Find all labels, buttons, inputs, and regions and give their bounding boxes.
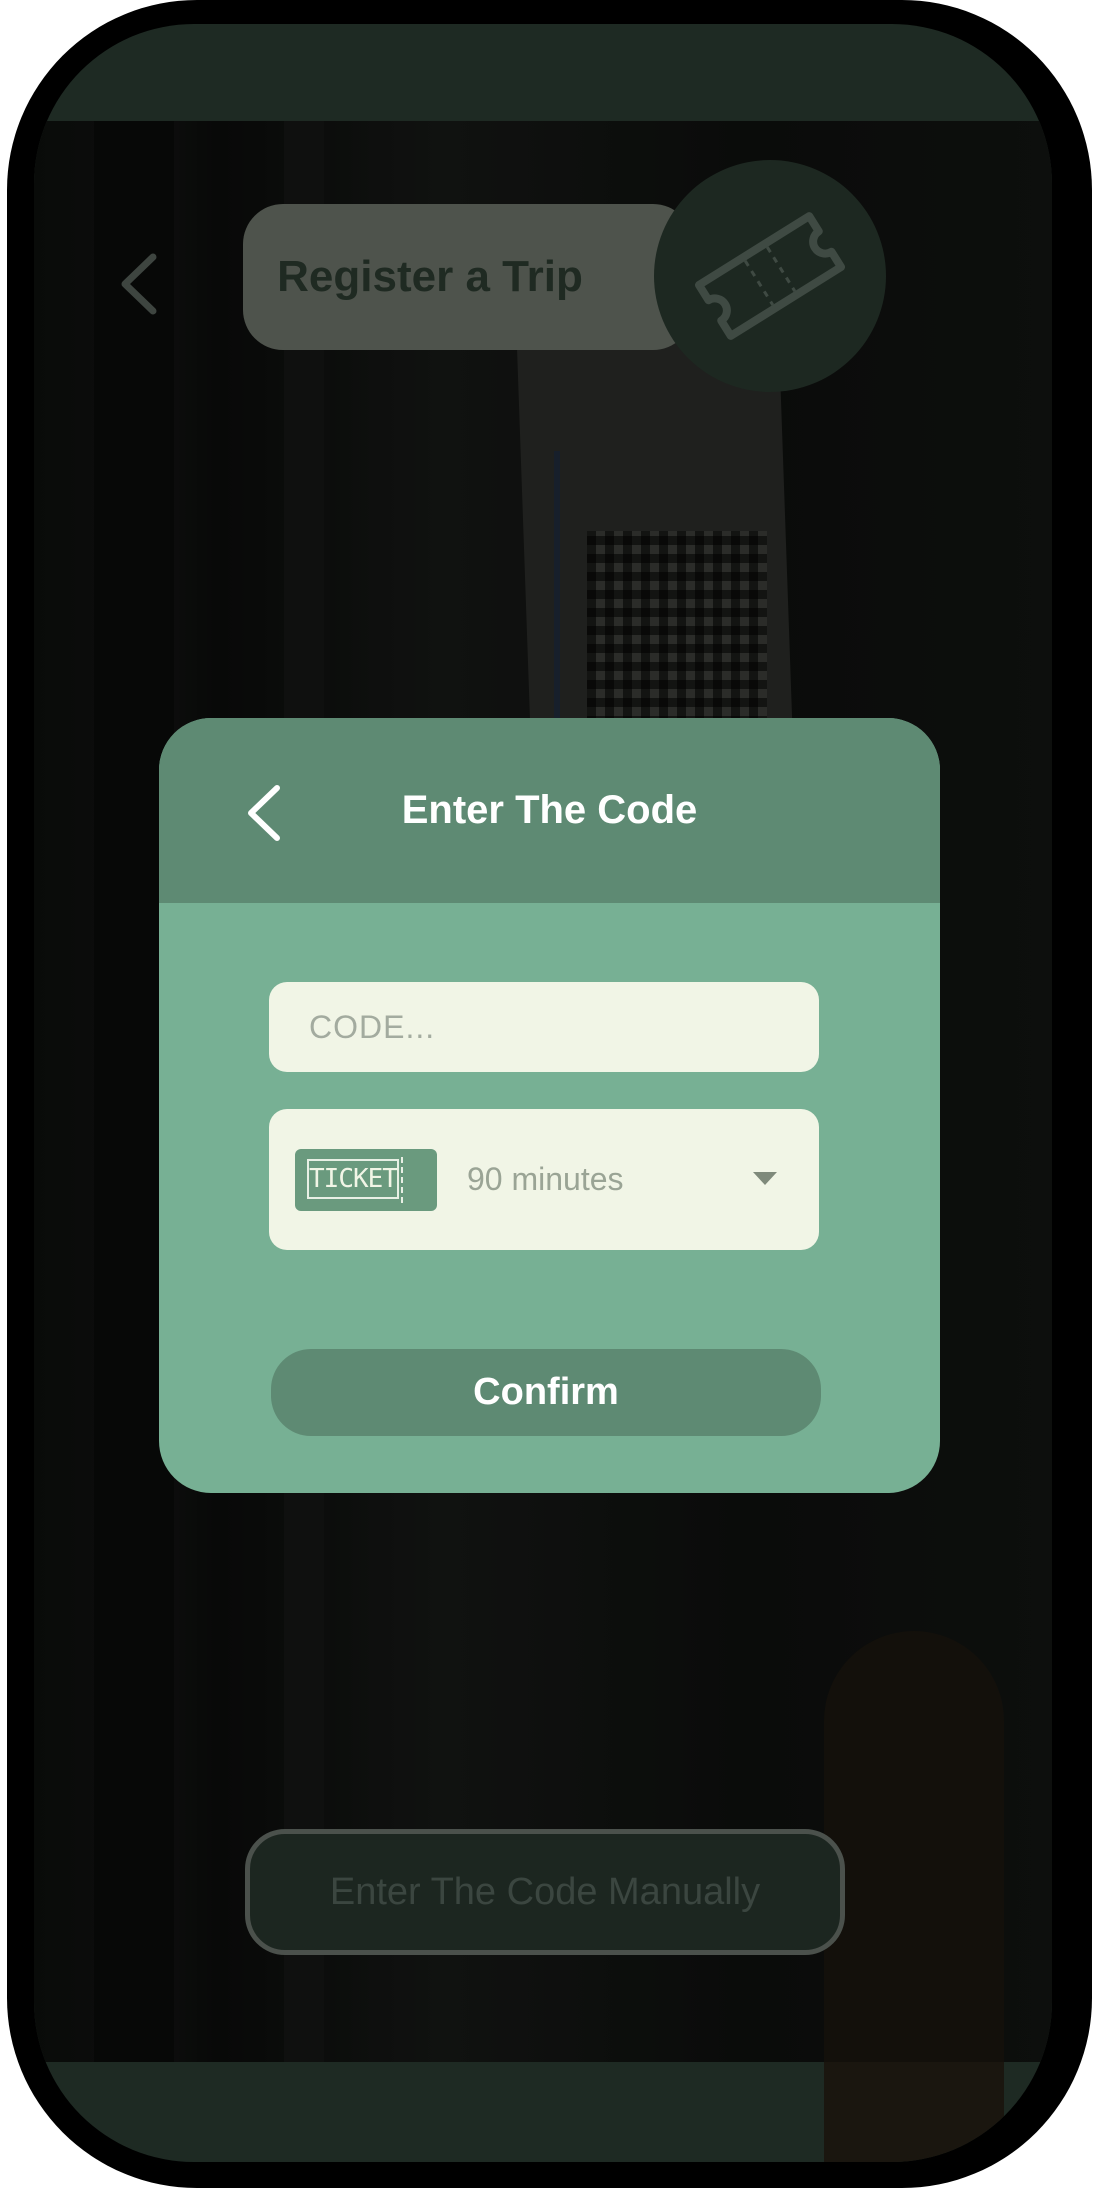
ticket-label-icon: TICKET <box>295 1149 437 1211</box>
modal-header: Enter The Code <box>159 718 940 903</box>
ticket-badge <box>654 160 886 392</box>
enter-code-manually-button[interactable]: Enter The Code Manually <box>245 1829 845 1955</box>
chevron-left-icon <box>121 253 157 315</box>
select-value: 90 minutes <box>467 1161 624 1197</box>
ticket-icon <box>694 212 846 340</box>
confirm-button[interactable]: Confirm <box>271 1349 821 1436</box>
code-input[interactable] <box>269 982 819 1072</box>
ticket-badge-label: TICKET <box>307 1159 399 1199</box>
ticket-stub <box>401 1157 425 1203</box>
modal-back-button[interactable] <box>229 778 299 848</box>
back-button[interactable] <box>104 244 174 324</box>
page-title: Register a Trip <box>277 252 583 301</box>
enter-code-modal: Enter The Code TICKET 90 minutes Confirm <box>159 718 940 1493</box>
caret-down-icon <box>753 1172 777 1185</box>
chevron-left-icon <box>248 785 280 841</box>
ticket-type-select[interactable]: TICKET 90 minutes <box>269 1109 819 1250</box>
title-pill: Register a Trip <box>243 204 693 350</box>
